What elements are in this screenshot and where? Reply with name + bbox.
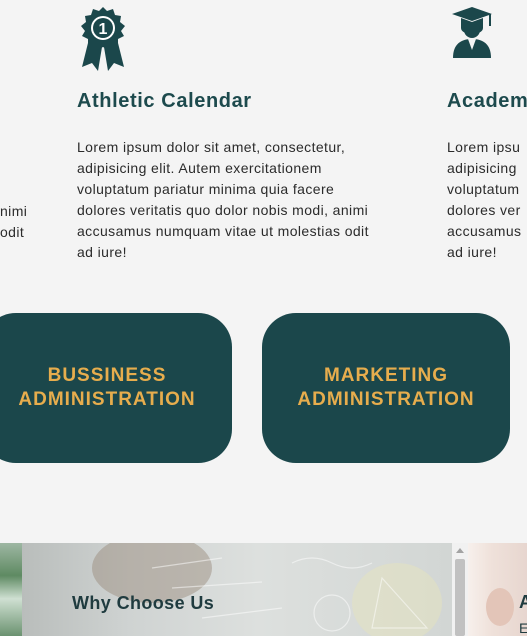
feature-text-line: accusamus numquam vitae ut molestias odi… xyxy=(77,223,369,239)
feature-left-line: nimi xyxy=(0,203,28,219)
graduate-icon xyxy=(452,7,492,58)
feature-title: Academ xyxy=(447,90,527,112)
feature-text-line: ad iure! xyxy=(447,244,497,260)
feature-text-line: Lorem ipsu xyxy=(447,139,521,155)
program-tile-business-administration[interactable]: BUSSINESS ADMINISTRATION xyxy=(0,313,232,463)
feature-text-line: adipisicing elit. Autem exercitationem xyxy=(77,160,322,176)
feature-text-line: Lorem ipsum dolor sit amet, consectetur, xyxy=(77,139,346,155)
right-card-title-partial: A xyxy=(519,592,527,612)
award-ribbon-icon: 1 xyxy=(81,7,125,71)
program-tile-label: BUSSINESS ADMINISTRATION xyxy=(18,365,196,410)
scrollbar[interactable] xyxy=(452,543,468,636)
feature-text-line: voluptatum xyxy=(447,181,520,197)
feature-text-line: ad iure! xyxy=(77,244,127,260)
feature-text-line: voluptatum pariatur minima quia facere xyxy=(77,181,335,197)
scroll-up-arrow-icon[interactable] xyxy=(456,548,464,553)
feature-text-line: adipisicing xyxy=(447,160,517,176)
chalkboard-doodles xyxy=(151,557,429,632)
feature-text-line: dolores ver xyxy=(447,202,521,218)
feature-title: Athletic Calendar xyxy=(77,90,252,112)
feature-text-line: accusamus xyxy=(447,223,522,239)
feature-left-text: nimi odit xyxy=(0,201,40,243)
award-badge-number: 1 xyxy=(99,21,108,38)
scrollbar-thumb[interactable] xyxy=(455,559,465,636)
feature-left-line: odit xyxy=(0,224,25,240)
classroom-image: Why Choose Us xyxy=(22,543,452,636)
feature-text: Lorem ipsu adipisicing voluptatum dolore… xyxy=(447,137,527,263)
trees-image xyxy=(0,543,22,636)
why-choose-us-section: Why Choose Us A E xyxy=(0,543,527,636)
feature-text-line: dolores veritatis quo dolor nobis modi, … xyxy=(77,202,369,218)
student-image: A E xyxy=(468,543,527,636)
why-choose-us-title: Why Choose Us xyxy=(72,593,215,613)
right-card-text-partial: E xyxy=(519,620,527,636)
feature-text: Lorem ipsum dolor sit amet, consectetur,… xyxy=(77,137,417,263)
program-tile-marketing-administration[interactable]: MARKETING ADMINISTRATION xyxy=(262,313,510,463)
program-tile-label: MARKETING ADMINISTRATION xyxy=(297,365,475,410)
